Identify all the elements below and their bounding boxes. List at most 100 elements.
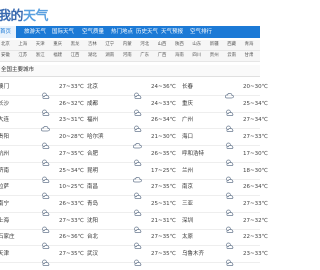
province-link[interactable]: 湖北 <box>88 51 97 61</box>
city-temp: 23~31℃ <box>59 117 84 124</box>
nav-item-2[interactable]: 国际天气 <box>50 26 82 38</box>
city-name-link[interactable]: 大连 <box>0 113 9 128</box>
province-link[interactable]: 湖南 <box>105 51 114 61</box>
nav-item-1[interactable]: 旅游天气 <box>22 26 52 38</box>
city-name-link[interactable]: 石家庄 <box>0 230 15 245</box>
city-name-link[interactable]: 沈阳 <box>87 214 98 229</box>
province-link[interactable]: 海南 <box>175 51 184 61</box>
nav-item-4[interactable]: 热门地点 <box>109 26 136 38</box>
city-name-link[interactable]: 成都 <box>87 97 98 112</box>
city-name-link[interactable]: 海口 <box>182 130 193 145</box>
province-link[interactable]: 辽宁 <box>105 40 114 50</box>
province-link[interactable]: 河南 <box>123 51 132 61</box>
nav-item-0[interactable]: 首页 <box>0 26 16 38</box>
site-logo[interactable]: 我的天气 <box>0 5 49 24</box>
city-name-link[interactable]: 哈尔滨 <box>87 130 104 145</box>
partly-cloudy-icon <box>133 84 142 99</box>
nav-item-6[interactable]: 天气预报 <box>159 26 190 38</box>
city-temp: 21~31℃ <box>151 217 176 224</box>
cloudy-icon <box>133 168 142 182</box>
province-link[interactable]: 山东 <box>192 40 201 50</box>
city-name-link[interactable]: 上海 <box>0 214 9 229</box>
city-row: 杭州 27~35℃ 合肥 26~35℃ 呼和浩特 17~30℃ <box>0 147 268 166</box>
province-link[interactable]: 广西 <box>158 51 167 61</box>
nav-item-7[interactable]: 空气排行 <box>188 26 220 38</box>
city-temp: 22~33℃ <box>243 234 268 241</box>
partly-cloudy-icon <box>225 184 234 200</box>
city-temp: 26~36℃ <box>59 234 84 241</box>
nav-item-5[interactable]: 历史天气 <box>134 26 161 38</box>
province-link[interactable]: 福建 <box>53 51 62 61</box>
province-link[interactable]: 四川 <box>192 51 201 61</box>
city-name-link[interactable]: 广州 <box>182 113 193 128</box>
city-name-link[interactable]: 天津 <box>0 247 9 262</box>
city-name-link[interactable]: 深圳 <box>182 214 193 229</box>
province-link[interactable]: 青海 <box>245 40 254 50</box>
partly-cloudy-icon <box>41 184 50 200</box>
province-link[interactable]: 北京 <box>1 40 10 50</box>
province-link[interactable]: 江西 <box>71 51 80 61</box>
nav-item-3[interactable]: 空气质量 <box>80 26 111 38</box>
province-link[interactable]: 江苏 <box>18 51 27 61</box>
province-link[interactable]: 河北 <box>140 40 149 50</box>
partly-cloudy-icon <box>225 201 234 216</box>
province-link[interactable]: 陕西 <box>175 40 184 50</box>
site-header: 我的天气 <box>0 0 260 26</box>
partly-cloudy-icon <box>41 201 50 216</box>
logo-text-a: 我的 <box>0 9 24 24</box>
province-row-1: 北京 上海 天津 重庆 黑龙 吉林 辽宁 内蒙 河北 山西 陕西 山东 新疆 西藏 青海 <box>0 40 260 51</box>
city-name-link[interactable]: 长春 <box>182 80 193 95</box>
partly-cloudy-icon <box>133 101 142 116</box>
city-name-link[interactable]: 北京 <box>87 80 98 95</box>
main-nav: 首页 旅游天气 国际天气 空气质量 热门地点 历史天气 天气预报 空气排行 <box>0 26 260 38</box>
city-name-link[interactable]: 三亚 <box>182 197 193 212</box>
city-name-link[interactable]: 重庆 <box>182 97 193 112</box>
province-link[interactable]: 上海 <box>18 40 27 50</box>
city-row: 南宁 26~33℃ 青岛 25~31℃ 三亚 27~33℃ <box>0 197 268 216</box>
city-temp: 26~35℃ <box>151 150 176 157</box>
province-link[interactable]: 贵州 <box>210 51 219 61</box>
city-name-link[interactable]: 太原 <box>182 230 193 245</box>
province-link[interactable]: 天津 <box>36 40 45 50</box>
province-link[interactable]: 吉林 <box>88 40 97 50</box>
city-name-link[interactable]: 乌鲁木齐 <box>182 247 204 262</box>
city-name-link[interactable]: 杭州 <box>0 147 9 162</box>
city-name-link[interactable]: 南昌 <box>87 180 98 195</box>
province-link[interactable]: 重庆 <box>53 40 62 50</box>
city-name-link[interactable]: 武汉 <box>87 247 98 262</box>
city-name-link[interactable]: 福州 <box>87 113 98 128</box>
city-temp: 27~34℃ <box>243 117 268 124</box>
city-name-link[interactable]: 呼和浩特 <box>182 147 204 162</box>
province-link[interactable]: 广东 <box>140 51 149 61</box>
city-name-link[interactable]: 长沙 <box>0 97 9 112</box>
province-link[interactable]: 云南 <box>227 51 236 61</box>
province-link[interactable]: 浙江 <box>36 51 45 61</box>
city-name-link[interactable]: 南京 <box>182 180 193 195</box>
city-temp: 27~33℃ <box>243 200 268 207</box>
partly-cloudy-icon <box>133 218 142 233</box>
province-link[interactable]: 山西 <box>158 40 167 50</box>
province-link[interactable]: 甘肃 <box>245 51 254 61</box>
city-name-link[interactable]: 昆明 <box>87 164 98 179</box>
city-name-link[interactable]: 南宁 <box>0 197 9 212</box>
province-link[interactable]: 西藏 <box>227 40 236 50</box>
city-name-link[interactable]: 兰州 <box>182 164 193 179</box>
province-link[interactable]: 安徽 <box>1 51 10 61</box>
city-name-link[interactable]: 济南 <box>0 164 9 179</box>
province-link[interactable]: 内蒙 <box>123 40 132 50</box>
city-name-link[interactable]: 澳门 <box>0 80 9 95</box>
partly-cloudy-icon <box>225 234 234 250</box>
partly-cloudy-icon <box>225 168 234 183</box>
city-name-link[interactable]: 青岛 <box>87 197 98 212</box>
city-temp: 26~32℃ <box>59 100 84 107</box>
city-temp: 23~33℃ <box>243 251 268 257</box>
section-title: 全国主要城市 <box>0 65 260 77</box>
city-name-link[interactable]: 贵阳 <box>0 130 9 145</box>
city-name-link[interactable]: 合肥 <box>87 147 98 162</box>
province-link[interactable]: 新疆 <box>210 40 219 50</box>
province-link[interactable]: 黑龙 <box>71 40 80 50</box>
city-temp: 27~35℃ <box>151 251 176 257</box>
city-name-link[interactable]: 台北 <box>87 230 98 245</box>
city-name-link[interactable]: 拉萨 <box>0 180 9 195</box>
city-row: 上海 27~33℃ 沈阳 21~31℃ 深圳 27~32℃ <box>0 214 268 233</box>
